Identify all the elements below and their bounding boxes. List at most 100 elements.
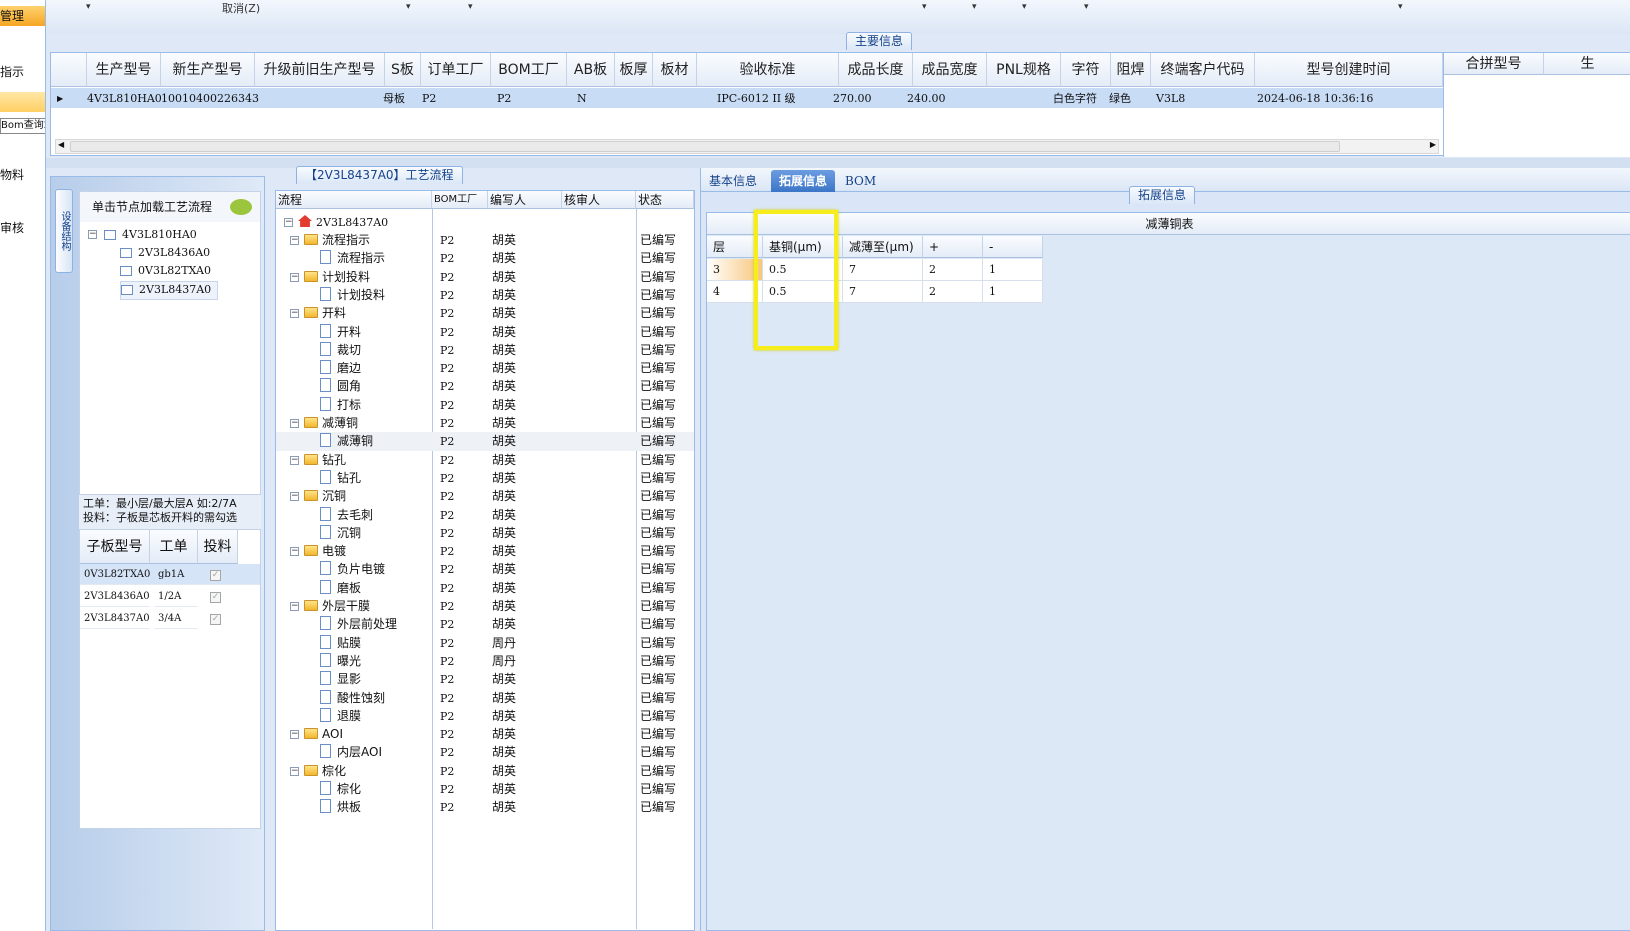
- tab-structure[interactable]: 设备结构: [55, 189, 73, 273]
- flow-row[interactable]: 曝光 P2 周丹 已编写: [276, 652, 694, 671]
- dropdown-arrow-icon[interactable]: ▾: [972, 2, 977, 12]
- flow-row[interactable]: − 钻孔 P2 胡英 已编写: [276, 451, 694, 470]
- flow-row[interactable]: 磨边 P2 胡英 已编写: [276, 359, 694, 378]
- flow-row[interactable]: 内层AOI P2 胡英 已编写: [276, 743, 694, 762]
- collapse-icon[interactable]: −: [290, 547, 299, 557]
- col-header[interactable]: 型号创建时间: [1255, 53, 1443, 87]
- cell-thin-to[interactable]: 7: [843, 259, 923, 281]
- flow-row[interactable]: 沉铜 P2 胡英 已编写: [276, 524, 694, 543]
- cell-plus[interactable]: 2: [923, 281, 983, 303]
- flow-row[interactable]: 计划投料 P2 胡英 已编写: [276, 286, 694, 305]
- flow-row[interactable]: 外层前处理 P2 胡英 已编写: [276, 615, 694, 634]
- tree-node[interactable]: 0V3L82TXA0: [120, 263, 211, 280]
- tab-basic-info[interactable]: 基本信息: [701, 170, 765, 192]
- flow-row[interactable]: 烘板 P2 胡英 已编写: [276, 798, 694, 817]
- col-header[interactable]: BOM工厂: [491, 53, 567, 87]
- flow-row[interactable]: 显影 P2 胡英 已编写: [276, 670, 694, 689]
- col-header[interactable]: 核审人: [562, 191, 636, 209]
- cell-length[interactable]: 270.00: [831, 89, 872, 109]
- collapse-icon[interactable]: −: [290, 602, 299, 611]
- scroll-thumb[interactable]: [70, 141, 1340, 152]
- flow-row[interactable]: 退膜 P2 胡英 已编写: [276, 707, 694, 726]
- col-header[interactable]: 升级前旧生产型号: [255, 53, 385, 87]
- collapse-icon[interactable]: −: [290, 766, 299, 776]
- col-header[interactable]: 终端客户代码: [1151, 53, 1255, 87]
- collapse-icon[interactable]: −: [290, 236, 299, 245]
- flow-row[interactable]: − 减薄铜 P2 胡英 已编写: [276, 414, 694, 433]
- sub-model[interactable]: 0V3L82TXA0: [80, 564, 150, 585]
- cell-standard[interactable]: IPC-6012 II 级: [715, 89, 796, 109]
- flow-row[interactable]: − 沉铜 P2 胡英 已编写: [276, 487, 694, 506]
- dropdown-arrow-icon[interactable]: ▾: [1084, 2, 1089, 12]
- flow-row[interactable]: 裁切 P2 胡英 已编写: [276, 341, 694, 360]
- col-header[interactable]: 流程: [276, 191, 432, 209]
- flow-row[interactable]: − 外层干膜 P2 胡英 已编写: [276, 597, 694, 616]
- flow-row[interactable]: − 棕化 P2 胡英 已编写: [276, 762, 694, 781]
- checkbox[interactable]: ✓: [206, 586, 236, 607]
- flow-row[interactable]: − 计划投料 P2 胡英 已编写: [276, 268, 694, 287]
- dropdown-arrow-icon[interactable]: ▾: [406, 2, 411, 12]
- col-header[interactable]: S板: [385, 53, 421, 87]
- cancel-button[interactable]: 取消(Z): [222, 0, 260, 16]
- nav-item-management[interactable]: 管理: [0, 6, 45, 26]
- flow-row[interactable]: 流程指示 P2 胡英 已编写: [276, 249, 694, 268]
- col-header[interactable]: 生: [1544, 53, 1630, 75]
- cell-prod-model[interactable]: 4V3L810HA0: [85, 89, 162, 109]
- scroll-left-icon[interactable]: ◀: [58, 140, 64, 149]
- flow-row[interactable]: 磨板 P2 胡英 已编写: [276, 579, 694, 598]
- col-header[interactable]: 订单工厂: [421, 53, 491, 87]
- cell-solder[interactable]: 绿色: [1107, 89, 1131, 109]
- dropdown-arrow-icon[interactable]: ▾: [922, 2, 927, 12]
- col-header[interactable]: 验收标准: [697, 53, 839, 87]
- col-header[interactable]: 生产型号: [87, 53, 161, 87]
- cell-customer[interactable]: V3L8: [1154, 89, 1185, 109]
- flow-row[interactable]: 圆角 P2 胡英 已编写: [276, 377, 694, 396]
- sub-model[interactable]: 2V3L8437A0: [80, 608, 150, 629]
- nav-item-review[interactable]: 审核: [0, 218, 45, 238]
- cell-bom-factory[interactable]: P2: [495, 89, 511, 109]
- col-header[interactable]: 新生产型号: [161, 53, 255, 87]
- col-header[interactable]: 板材: [653, 53, 697, 87]
- cell-minus[interactable]: 1: [983, 281, 1043, 303]
- col-header[interactable]: 字符: [1061, 53, 1111, 87]
- splitter[interactable]: [46, 158, 1630, 168]
- cell-char[interactable]: 白色字符: [1051, 89, 1097, 109]
- cell-new-model[interactable]: 10010400226343: [159, 89, 259, 109]
- col-header[interactable]: 板厚: [615, 53, 653, 87]
- flow-row[interactable]: − 电镀 P2 胡英 已编写: [276, 542, 694, 561]
- tree-node[interactable]: 4V3L810HA0: [104, 227, 197, 244]
- checkbox[interactable]: ✓: [206, 608, 236, 629]
- flow-row[interactable]: 负片电镀 P2 胡英 已编写: [276, 560, 694, 579]
- tree-node-selected[interactable]: 2V3L8437A0: [120, 281, 219, 300]
- dropdown-arrow-icon[interactable]: ▾: [468, 2, 473, 12]
- cell-width[interactable]: 240.00: [905, 89, 946, 109]
- checkbox[interactable]: ✓: [206, 564, 236, 585]
- flow-row[interactable]: 酸性蚀刻 P2 胡英 已编写: [276, 689, 694, 708]
- collapse-icon[interactable]: −: [290, 309, 299, 319]
- sub-order[interactable]: 1/2A: [154, 586, 198, 607]
- col-header[interactable]: 成品长度: [839, 53, 913, 87]
- flow-row[interactable]: 棕化 P2 胡英 已编写: [276, 780, 694, 799]
- col-header[interactable]: 成品宽度: [913, 53, 987, 87]
- col-header[interactable]: -: [983, 236, 1043, 258]
- collapse-icon[interactable]: −: [290, 272, 299, 282]
- col-header[interactable]: 子板型号: [80, 530, 150, 564]
- flow-row[interactable]: 开料 P2 胡英 已编写: [276, 323, 694, 342]
- col-header[interactable]: PNL规格: [987, 53, 1061, 87]
- sub-model[interactable]: 2V3L8436A0: [80, 586, 150, 607]
- dropdown-arrow-icon[interactable]: ▾: [1398, 2, 1403, 12]
- cell-s-board[interactable]: 母板: [381, 89, 405, 109]
- flow-row[interactable]: − 开料 P2 胡英 已编写: [276, 304, 694, 323]
- collapse-icon[interactable]: −: [88, 230, 97, 239]
- col-header[interactable]: 阻焊: [1111, 53, 1151, 87]
- flow-row[interactable]: − 流程指示 P2 胡英 已编写: [276, 231, 694, 250]
- collapse-icon[interactable]: −: [284, 218, 293, 227]
- tab-extended-info[interactable]: 拓展信息: [771, 170, 836, 192]
- sub-order[interactable]: 3/4A: [154, 608, 198, 629]
- cell-ab[interactable]: N: [575, 89, 587, 109]
- tab-bom[interactable]: BOM: [837, 170, 884, 192]
- sub-order[interactable]: gb1A: [154, 564, 198, 585]
- dropdown-arrow-icon[interactable]: ▾: [1022, 2, 1027, 12]
- collapse-icon[interactable]: −: [290, 730, 299, 740]
- collapse-icon[interactable]: −: [290, 419, 299, 428]
